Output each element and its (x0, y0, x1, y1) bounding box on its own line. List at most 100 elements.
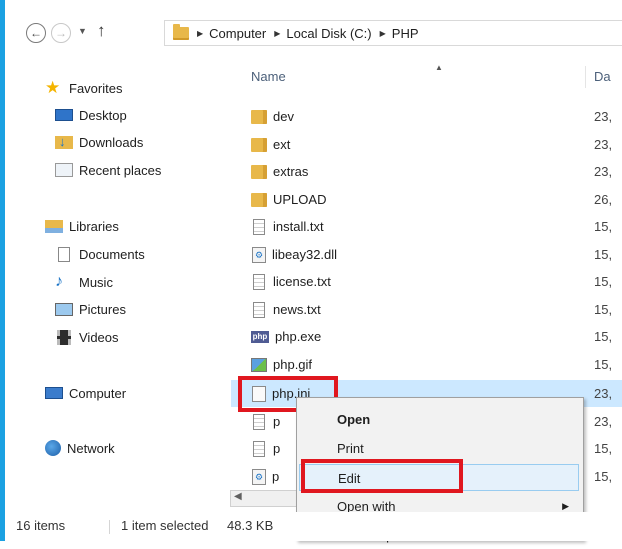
address-bar[interactable]: ▶ Computer ▶ Local Disk (C:) ▶ PHP (164, 20, 622, 46)
libraries-icon (45, 219, 63, 233)
breadcrumb-separator-icon[interactable]: ▶ (380, 29, 386, 38)
sidebar-item-label: Pictures (79, 301, 126, 317)
php-exe-icon: php (251, 330, 269, 343)
horizontal-scrollbar[interactable]: ◀ (230, 490, 300, 507)
column-header-name[interactable]: Name (251, 66, 286, 88)
sidebar-item-label: Documents (79, 246, 145, 262)
status-size: 48.3 KB (227, 518, 274, 533)
dll-file-icon: ⚙ (252, 246, 266, 263)
sidebar-item-pictures[interactable]: Pictures (55, 299, 126, 319)
breadcrumb-item[interactable]: Computer (209, 26, 266, 41)
image-file-icon (251, 357, 267, 372)
status-divider (109, 520, 110, 534)
folder-icon (173, 23, 189, 40)
sidebar-item-libraries[interactable]: Libraries (45, 216, 119, 236)
text-file-icon (253, 413, 265, 430)
navigation-pane: ★ Favorites Desktop Downloads Recent pla… (5, 66, 231, 512)
breadcrumb-item[interactable]: PHP (392, 26, 419, 41)
file-row[interactable]: license.txt 15, (231, 268, 622, 295)
column-header-date[interactable]: Da (594, 66, 611, 88)
sidebar-item-computer[interactable]: Computer (45, 383, 126, 403)
menu-item-print[interactable]: Print (297, 435, 583, 462)
sidebar-item-desktop[interactable]: Desktop (55, 105, 127, 125)
file-name: php.gif (273, 357, 313, 372)
file-row[interactable]: install.txt 15, (231, 213, 622, 240)
sidebar-item-documents[interactable]: Documents (55, 244, 145, 264)
file-name: p (272, 469, 280, 484)
file-row[interactable]: ⚙ libeay32.dll 15, (231, 241, 622, 268)
file-row[interactable]: extras 23, (231, 158, 622, 185)
up-arrow-icon: ↑ (97, 21, 106, 40)
file-name: news.txt (273, 302, 321, 317)
text-file-icon (253, 273, 265, 290)
file-date: 15, (594, 247, 613, 262)
back-arrow-icon: ← (30, 26, 42, 40)
status-item-count: 16 items (16, 518, 66, 533)
highlight-box-edit (301, 459, 463, 493)
text-file-icon (253, 301, 265, 318)
file-name: dev (273, 109, 294, 124)
file-date: 23, (594, 386, 613, 401)
file-date: 26, (594, 192, 613, 207)
file-name: install.txt (273, 219, 324, 234)
film-strip-icon (57, 329, 71, 345)
file-name: ext (273, 137, 291, 152)
recent-locations-dropdown-icon[interactable]: ▼ (78, 26, 87, 36)
file-row[interactable]: php php.exe 15, (231, 323, 622, 350)
breadcrumb-separator-icon[interactable]: ▶ (197, 29, 203, 38)
dll-file-icon: ⚙ (252, 468, 266, 485)
sidebar-item-downloads[interactable]: Downloads (55, 132, 143, 152)
sidebar-item-music[interactable]: ♪ Music (55, 272, 113, 292)
downloads-icon (55, 134, 73, 149)
forward-button[interactable]: → (51, 23, 71, 43)
file-date: 15, (594, 441, 613, 456)
navigation-bar: ← → ▼ ↑ ▶ Computer ▶ Local Disk (C:) ▶ PHP (5, 0, 622, 66)
file-date: 23, (594, 137, 613, 152)
sidebar-item-label: Desktop (79, 107, 127, 123)
desktop-icon (55, 109, 73, 121)
file-row[interactable]: UPLOAD 26, (231, 186, 622, 213)
pictures-icon (55, 302, 73, 316)
file-name: libeay32.dll (272, 247, 338, 262)
file-name: php.exe (275, 329, 322, 344)
sidebar-item-label: Videos (79, 329, 119, 345)
file-date: 15, (594, 329, 613, 344)
file-row[interactable]: dev 23, (231, 103, 622, 130)
file-name: extras (273, 164, 309, 179)
scroll-left-arrow-icon[interactable]: ◀ (234, 491, 242, 502)
sort-ascending-icon: ▲ (435, 63, 443, 72)
file-date: 15, (594, 469, 613, 484)
column-divider[interactable] (585, 66, 586, 88)
text-file-icon (253, 218, 265, 235)
star-icon: ★ (45, 78, 61, 97)
breadcrumb-separator-icon[interactable]: ▶ (274, 29, 280, 38)
file-date: 23, (594, 109, 613, 124)
sidebar-item-videos[interactable]: Videos (55, 327, 119, 347)
folder-icon (251, 137, 267, 152)
forward-arrow-icon: → (55, 26, 67, 40)
sidebar-item-label: Favorites (69, 80, 123, 96)
sidebar-item-label: Music (79, 274, 113, 290)
sidebar-item-network[interactable]: Network (45, 438, 115, 458)
sidebar-item-favorites[interactable]: ★ Favorites (45, 78, 122, 98)
file-name: license.txt (273, 274, 331, 289)
sidebar-item-label: Recent places (79, 162, 162, 178)
folder-icon (251, 164, 267, 179)
breadcrumb-item[interactable]: Local Disk (C:) (286, 26, 371, 41)
recent-places-icon (55, 163, 73, 177)
file-row[interactable]: ext 23, (231, 131, 622, 158)
file-date: 23, (594, 414, 613, 429)
sidebar-item-recent-places[interactable]: Recent places (55, 160, 161, 180)
network-icon (45, 440, 61, 456)
back-button[interactable]: ← (26, 23, 46, 43)
file-row[interactable]: news.txt 15, (231, 296, 622, 323)
status-selection: 1 item selected (121, 518, 209, 533)
file-name: p (273, 441, 281, 456)
sidebar-item-label: Downloads (79, 134, 144, 150)
file-row[interactable]: php.gif 15, (231, 351, 622, 378)
file-date: 15, (594, 274, 613, 289)
menu-item-open[interactable]: Open (297, 406, 583, 433)
up-button[interactable]: ↑ (97, 21, 106, 41)
documents-icon (58, 246, 70, 262)
sidebar-item-label: Libraries (69, 218, 119, 234)
